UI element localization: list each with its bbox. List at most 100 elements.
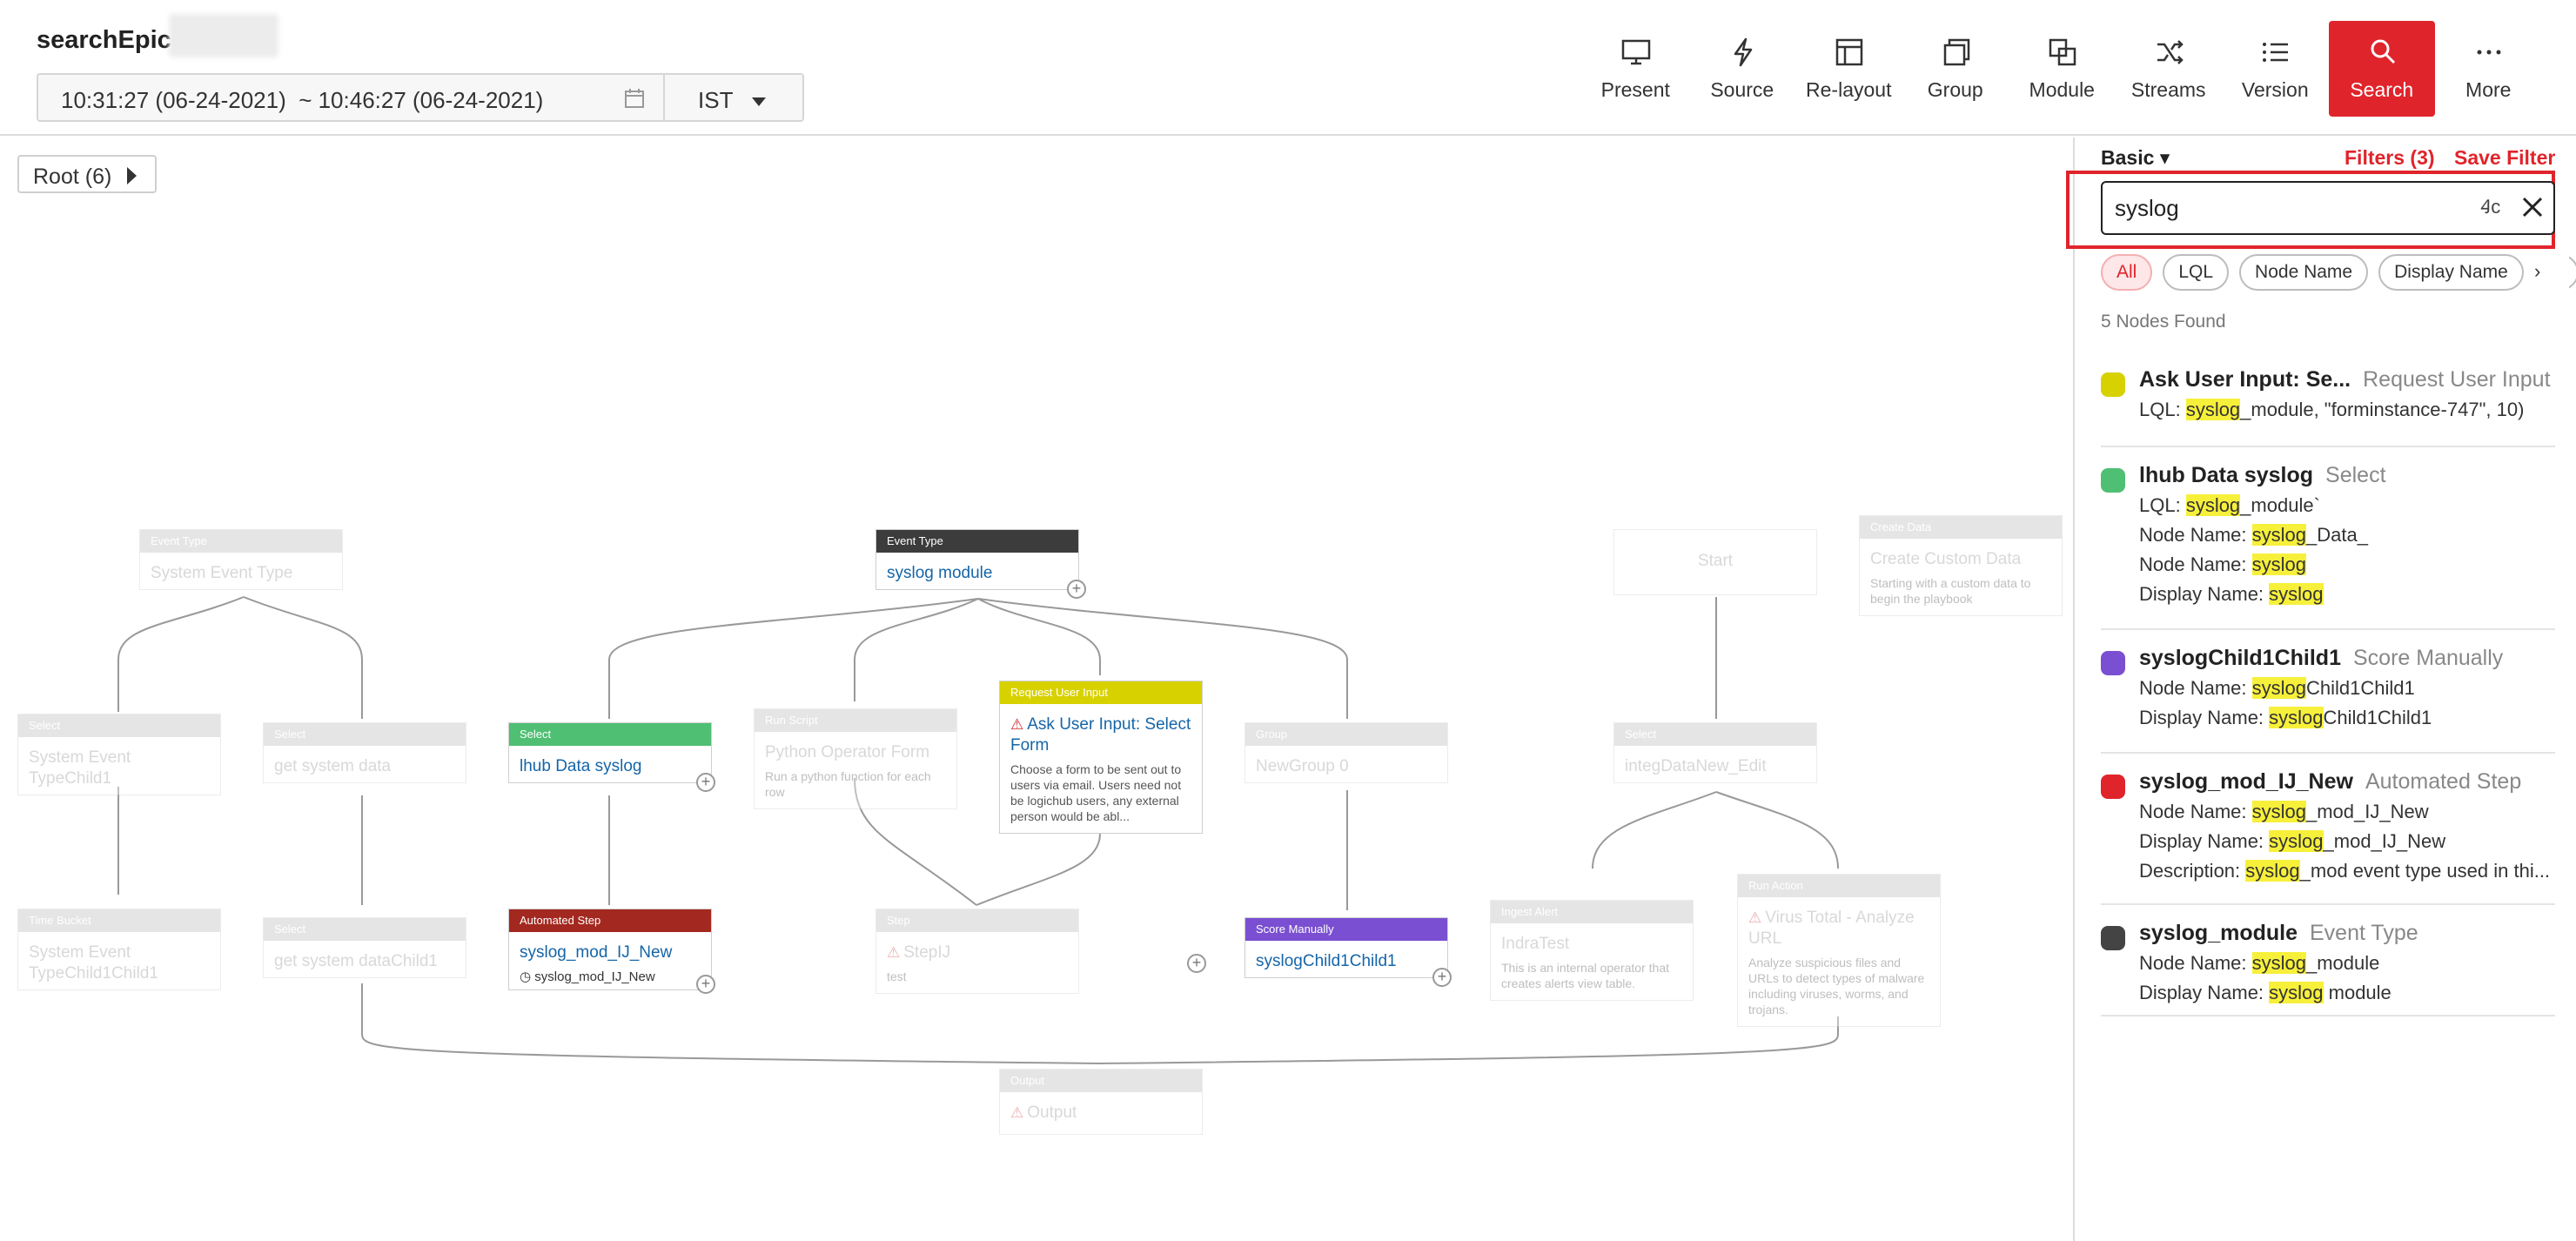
node-title: ⚠ StepIJ: [876, 932, 1078, 969]
match-field-label: Description:: [2139, 860, 2246, 882]
more-button[interactable]: More: [2435, 21, 2542, 117]
search-result-item[interactable]: syslogChild1Child1 Score Manually Node Nam…: [2101, 644, 2555, 754]
node-header: Event Type: [140, 530, 342, 553]
relayout-button[interactable]: Re-layout: [1795, 21, 1902, 117]
match-field-label: LQL:: [2139, 494, 2186, 516]
match-highlight: syslog: [2251, 801, 2306, 822]
node-select-system-child[interactable]: Select System Event TypeChild1: [17, 714, 221, 795]
match-field-label: Node Name:: [2139, 524, 2252, 546]
node-syslog-mod-ij-new[interactable]: Automated Step syslog_mod_IJ_New ◷ syslo…: [508, 909, 712, 990]
module-icon: [2049, 38, 2076, 66]
playbook-canvas[interactable]: Root (6) Event Type System Event Type Ev…: [0, 138, 2073, 1241]
add-node-icon[interactable]: +: [696, 773, 715, 792]
node-header: Select: [18, 714, 220, 737]
node-new-group[interactable]: Group NewGroup 0: [1244, 722, 1448, 783]
chip-node-name[interactable]: Node Name: [2239, 254, 2369, 291]
match-rest: module: [2323, 982, 2392, 1003]
node-start[interactable]: Start: [1613, 529, 1817, 595]
result-match-line: Display Name: syslog module: [2139, 982, 2557, 1004]
match-highlight: syslog: [2269, 982, 2324, 1003]
module-label: Module: [2029, 78, 2095, 101]
node-header: Create Data: [1860, 516, 2062, 539]
relayout-label: Re-layout: [1806, 78, 1892, 101]
node-description: test: [887, 969, 907, 983]
result-match-line: Node Name: syslog_Data_: [2139, 524, 2557, 547]
match-highlight: syslog: [2251, 553, 2306, 575]
node-title-text: Output: [1027, 1103, 1077, 1122]
node-header: Select: [509, 723, 711, 746]
search-result-item[interactable]: Ask User Input: Se... Request User Input L…: [2101, 366, 2555, 447]
chevron-right-icon[interactable]: ›: [2534, 254, 2569, 291]
chip-lql[interactable]: LQL: [2163, 254, 2230, 291]
group-button[interactable]: Group: [1902, 21, 2009, 117]
node-ingest-alert[interactable]: Ingest Alert IndraTest This is an intern…: [1490, 900, 1694, 1001]
node-get-system-data-child[interactable]: Select get system dataChild1: [263, 917, 466, 978]
node-ask-user-input[interactable]: Request User Input ⚠ Ask User Input: Sele…: [999, 681, 1203, 834]
save-filter-link[interactable]: Save Filter: [2454, 146, 2555, 170]
warning-icon: ⚠: [887, 944, 901, 961]
version-button[interactable]: Version: [2222, 21, 2329, 117]
top-header: searchEpic 10:31:27 (06-24-2021) ~ 10:46…: [0, 0, 2576, 136]
chip-display-name[interactable]: Display Name: [2378, 254, 2524, 291]
match-highlight: syslog: [2269, 830, 2324, 852]
node-header: Run Script: [755, 709, 956, 732]
node-score-manually[interactable]: Score Manually syslogChild1Child1: [1244, 917, 1448, 978]
node-header: Score Manually: [1245, 918, 1447, 941]
result-match-line: Display Name: syslogChild1Child1: [2139, 707, 2557, 729]
node-system-event-type[interactable]: Event Type System Event Type: [139, 529, 343, 590]
result-match-line: LQL: syslog_module`: [2139, 494, 2557, 517]
time-range-picker[interactable]: 10:31:27 (06-24-2021) ~ 10:46:27 (06-24-…: [37, 73, 665, 122]
node-step-ij[interactable]: Step ⚠ StepIJ test: [875, 909, 1079, 994]
node-header: Output: [1000, 1070, 1202, 1092]
node-header: Step: [876, 909, 1078, 932]
search-result-item[interactable]: syslog_mod_IJ_New Automated Step Node Name…: [2101, 768, 2555, 905]
calendar-icon[interactable]: [623, 87, 646, 110]
match-case-toggle[interactable]: Ꜭc: [2480, 193, 2500, 219]
node-time-bucket[interactable]: Time Bucket System Event TypeChild1Child…: [17, 909, 221, 990]
add-node-icon[interactable]: +: [1432, 968, 1452, 987]
node-output[interactable]: Output ⚠ Output: [999, 1069, 1203, 1135]
node-title-text: Virus Total - Analyze URL: [1748, 909, 1915, 948]
match-rest: _Data_: [2305, 524, 2368, 546]
add-node-icon[interactable]: +: [1187, 954, 1206, 973]
search-label: Search: [2350, 78, 2414, 101]
result-name: syslogChild1Child1 Score Manually: [2139, 646, 2503, 671]
node-title: ⚠ Virus Total - Analyze URL: [1738, 897, 1940, 955]
timezone-select[interactable]: IST: [663, 73, 804, 122]
present-button[interactable]: Present: [1582, 21, 1689, 117]
add-node-icon[interactable]: +: [1067, 580, 1086, 599]
search-button[interactable]: Search: [2328, 21, 2435, 117]
node-lhub-data-syslog[interactable]: Select lhub Data syslog: [508, 722, 712, 783]
add-node-icon[interactable]: +: [696, 975, 715, 994]
node-virus-total[interactable]: Run Action ⚠ Virus Total - Analyze URL An…: [1737, 874, 1941, 1027]
chip-all[interactable]: All: [2101, 254, 2153, 291]
node-description: Run a python function for each row: [765, 769, 931, 799]
match-field-label: Display Name:: [2139, 583, 2270, 605]
result-match-line: Node Name: syslog_mod_IJ_New: [2139, 801, 2557, 823]
version-label: Version: [2241, 78, 2309, 101]
search-result-item[interactable]: syslog_module Event Type Node Name: syslog…: [2101, 919, 2555, 1016]
match-highlight: syslog: [2251, 677, 2306, 699]
close-icon[interactable]: [2515, 190, 2550, 225]
filters-link[interactable]: Filters (3): [2345, 146, 2435, 170]
basic-tab[interactable]: Basic ▾: [2101, 146, 2170, 170]
breadcrumb-label: Root (6): [33, 164, 112, 189]
module-button[interactable]: Module: [2009, 21, 2116, 117]
search-result-item[interactable]: lhub Data syslog Select LQL: syslog_module…: [2101, 461, 2555, 630]
layout-icon: [1835, 38, 1863, 66]
node-get-system-data[interactable]: Select get system data: [263, 722, 466, 783]
node-integ-data[interactable]: Select integDataNew_Edit: [1613, 722, 1817, 783]
result-node-type: Request User Input: [2363, 367, 2551, 392]
group-icon: [1943, 38, 1969, 66]
result-node-type: Event Type: [2310, 921, 2418, 945]
breadcrumb[interactable]: Root (6): [17, 155, 157, 193]
node-syslog-module[interactable]: Event Type syslog module: [875, 529, 1079, 590]
shuffle-icon: [2157, 40, 2184, 64]
chevron-right-icon: [127, 167, 137, 184]
source-button[interactable]: Source: [1689, 21, 1796, 117]
node-create-data[interactable]: Create Data Create Custom Data Starting …: [1859, 515, 2063, 616]
basic-tab-label: Basic: [2101, 146, 2155, 169]
node-python-operator[interactable]: Run Script Python Operator Form Run a py…: [754, 708, 957, 809]
result-node-type: Select: [2325, 463, 2386, 487]
streams-button[interactable]: Streams: [2116, 21, 2223, 117]
